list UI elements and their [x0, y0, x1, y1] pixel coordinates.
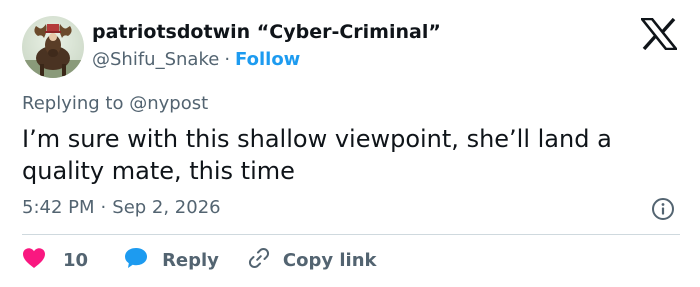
tweet-text: I’m sure with this shallow viewpoint, sh…: [22, 125, 612, 185]
info-icon[interactable]: [651, 197, 675, 221]
timestamp-separator: ·: [100, 197, 107, 218]
tweet-date: Sep 2, 2026: [112, 197, 221, 218]
x-logo-icon[interactable]: [639, 17, 679, 51]
reply-button[interactable]: Reply: [123, 246, 219, 274]
link-icon: [247, 246, 271, 274]
copy-link-label: Copy link: [282, 249, 377, 271]
author-display-name[interactable]: patriotsdotwin “Cyber-Criminal”: [92, 21, 441, 43]
follow-button[interactable]: Follow: [235, 49, 300, 70]
speech-bubble-icon: [123, 246, 149, 274]
moose-avatar-icon[interactable]: [22, 16, 84, 78]
action-bar: 10 Reply Copy link: [22, 246, 377, 274]
reply-context-prefix: Replying to: [22, 93, 124, 114]
reply-context: Replying to @nypost: [22, 93, 208, 114]
heart-icon: [22, 247, 46, 273]
copy-link-button[interactable]: Copy link: [247, 246, 377, 274]
tweet-timestamp[interactable]: 5:42 PM · Sep 2, 2026: [22, 197, 221, 218]
tweet-time: 5:42 PM: [22, 197, 95, 218]
author-handle-row: @Shifu_Snake · Follow: [92, 49, 300, 70]
divider: [22, 234, 680, 235]
author-handle[interactable]: @Shifu_Snake: [92, 49, 219, 70]
handle-separator: ·: [224, 49, 231, 70]
like-count: 10: [63, 249, 89, 271]
tweet-card: patriotsdotwin “Cyber-Criminal” @Shifu_S…: [0, 0, 700, 287]
reply-label: Reply: [162, 249, 219, 271]
like-button[interactable]: 10: [22, 247, 88, 273]
reply-mention-link[interactable]: @nypost: [129, 93, 208, 114]
